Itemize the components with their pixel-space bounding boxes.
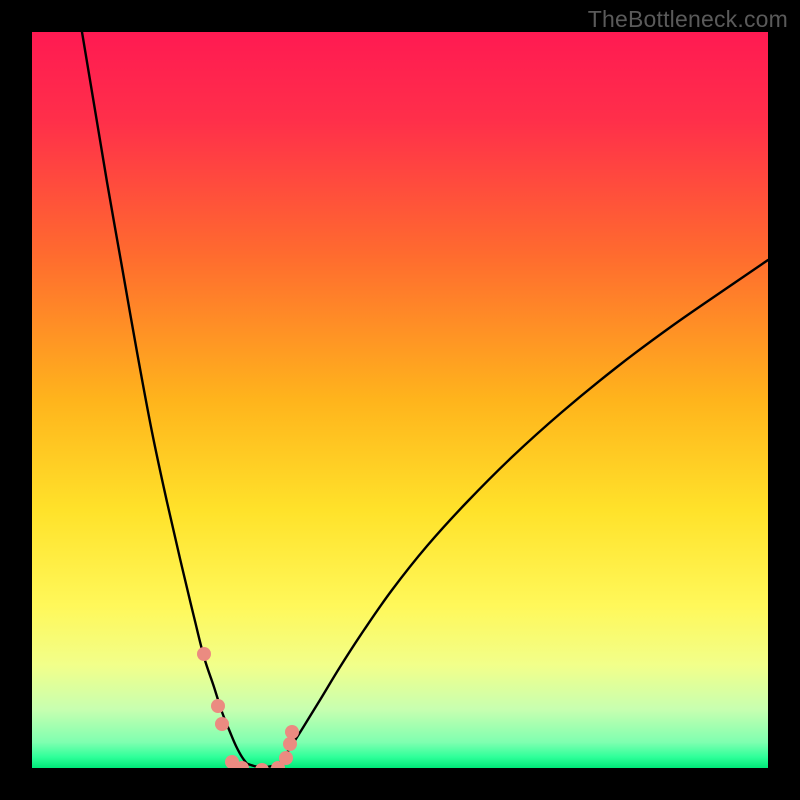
data-point-1	[211, 699, 225, 713]
data-point-0	[197, 647, 211, 661]
chart-frame: TheBottleneck.com	[0, 0, 800, 800]
watermark-text: TheBottleneck.com	[588, 6, 788, 33]
plot-area	[32, 32, 768, 768]
data-point-2	[215, 717, 229, 731]
curve-left-curve	[82, 32, 248, 765]
data-point-9	[285, 725, 299, 739]
data-point-7	[279, 751, 293, 765]
data-point-8	[283, 737, 297, 751]
curves-layer	[32, 32, 768, 768]
curve-right-curve	[278, 260, 768, 765]
data-point-5	[255, 763, 269, 768]
